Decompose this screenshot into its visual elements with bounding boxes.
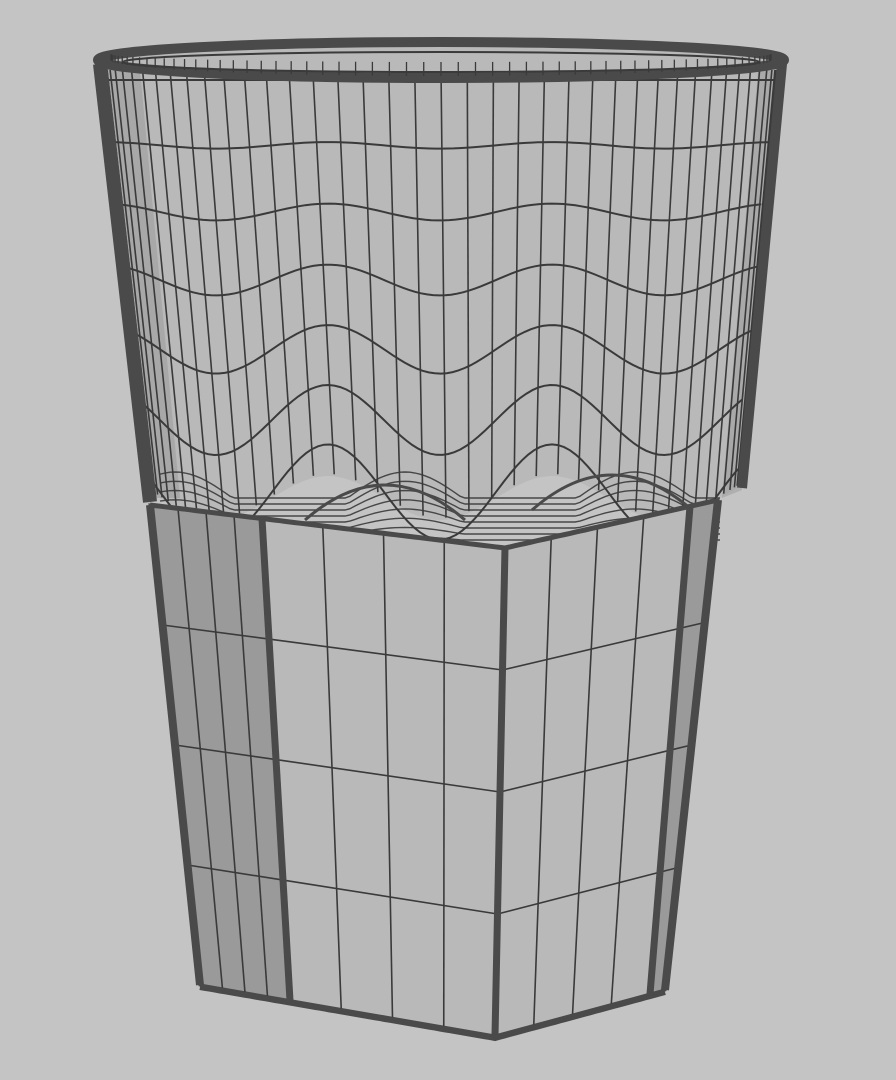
base-facet (260, 516, 507, 1038)
glass-rim (93, 37, 789, 83)
glass-upper-bowl (93, 62, 787, 541)
glass-octagonal-base (146, 498, 722, 1042)
viewport-canvas[interactable] (0, 0, 896, 1080)
3d-viewport[interactable] (0, 0, 896, 1080)
